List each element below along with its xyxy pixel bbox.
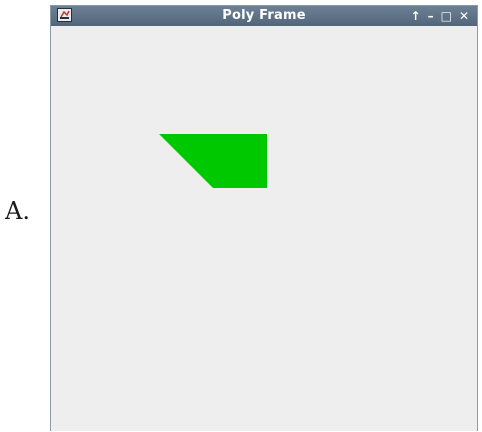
canvas-svg [159, 134, 267, 188]
minimize-icon[interactable]: – [428, 7, 434, 25]
window-controls: ↑ – □ ✕ [411, 7, 469, 25]
title-bar[interactable]: Poly Frame ↑ – □ ✕ [51, 6, 477, 26]
poly-frame-window: Poly Frame ↑ – □ ✕ [50, 5, 478, 431]
option-label: A. [5, 197, 30, 225]
canvas-area [51, 26, 477, 431]
green-trapezoid-shape [159, 134, 267, 188]
maximize-icon[interactable]: □ [441, 7, 452, 25]
close-icon[interactable]: ✕ [459, 7, 469, 25]
pin-icon[interactable]: ↑ [411, 7, 421, 25]
